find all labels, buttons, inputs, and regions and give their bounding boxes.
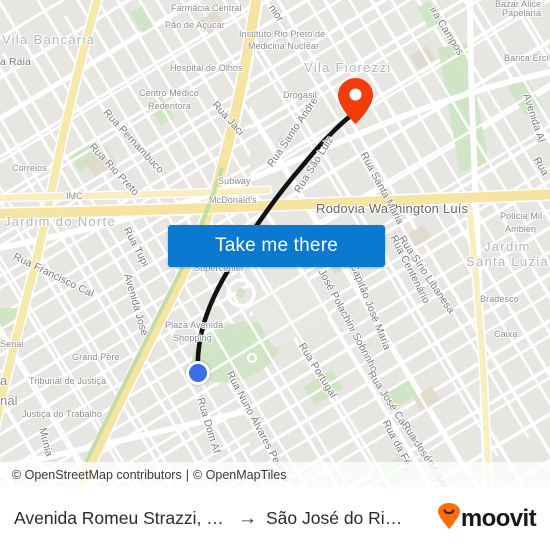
attribution-maptiles[interactable]: © OpenMapTiles bbox=[193, 468, 287, 482]
moovit-map-screen: Vila Bancária Vila Fiorezzi Jardim do No… bbox=[0, 0, 550, 550]
trip-destination-label: São José do Rio P... bbox=[266, 508, 406, 528]
trip-origin-label: Avenida Romeu Strazzi, 1000-... bbox=[14, 508, 229, 528]
trip-footer-bar: Avenida Romeu Strazzi, 1000-... → São Jo… bbox=[0, 487, 550, 550]
moovit-pin-icon bbox=[437, 503, 460, 534]
attribution-separator: | bbox=[185, 467, 189, 482]
take-me-there-button[interactable]: Take me there bbox=[168, 225, 385, 267]
map-attribution: © OpenStreetMap contributors | © OpenMap… bbox=[0, 462, 550, 487]
moovit-logo[interactable]: moovit bbox=[437, 503, 537, 534]
origin-dot[interactable] bbox=[186, 361, 210, 385]
map-canvas[interactable]: Vila Bancária Vila Fiorezzi Jardim do No… bbox=[0, 0, 550, 487]
attribution-osm[interactable]: © OpenStreetMap contributors bbox=[12, 468, 182, 482]
moovit-wordmark: moovit bbox=[460, 504, 537, 532]
arrow-right-icon: → bbox=[238, 508, 257, 529]
